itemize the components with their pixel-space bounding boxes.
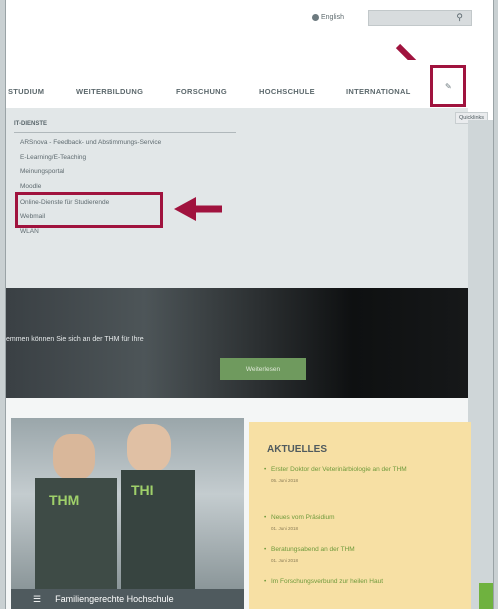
globe-icon [312, 14, 319, 21]
news-item[interactable]: • Neues vom Präsidium 01. Juni 2018 [264, 514, 441, 533]
search-box[interactable]: ⚲ [368, 10, 472, 30]
browser-viewport: English ⚲ STUDIUM WEITERBILDUNG FORSCHUN… [5, 0, 494, 609]
quicklinks-button[interactable]: ✎ [430, 65, 466, 107]
news-date: 01. Juni 2018 [271, 525, 299, 531]
news-title[interactable]: Beratungsabend an der THM [271, 546, 355, 553]
nav-item-hochschule[interactable]: HOCHSCHULE [259, 87, 315, 96]
news-item[interactable]: • Erster Doktor der Veterinärbiologie an… [264, 466, 441, 485]
nav-item-weiterbildung[interactable]: WEITERBILDUNG [76, 87, 143, 96]
menu-icon: ☰ [33, 593, 42, 604]
dropdown-item-wlan[interactable]: WLAN [20, 228, 39, 235]
news-date: 05. Juni 2018 [271, 477, 299, 483]
shirt-right: THI [121, 470, 195, 593]
news-title[interactable]: Im Forschungsverbund zur heilen Haut [271, 578, 383, 585]
bullet-icon: • [264, 514, 267, 521]
child-face-right [127, 424, 171, 472]
content-section: THM THI ☰ Familiengerechte Hochschule AK… [6, 398, 471, 609]
news-box: AKTUELLES • Erster Doktor der Veterinärb… [249, 422, 471, 609]
annotation-arrow-left [174, 197, 222, 221]
dropdown-divider [14, 132, 236, 133]
nav-item-forschung[interactable]: FORSCHUNG [176, 87, 227, 96]
annotation-highlight-box [15, 192, 163, 228]
dropdown-item-arsnova[interactable]: ARSnova - Feedback- und Abstimmungs-Serv… [20, 139, 161, 146]
hero-text: emmen können Sie sich an der THM für Ihr… [6, 336, 144, 343]
dropdown-item-moodle[interactable]: Moodle [20, 183, 41, 190]
shirt-left-logo: THM [49, 492, 80, 508]
news-item[interactable]: • Im Forschungsverbund zur heilen Haut [264, 578, 441, 589]
dropdown-heading: IT-DIENSTE [14, 121, 48, 127]
family-photo[interactable]: THM THI ☰ Familiengerechte Hochschule [11, 418, 244, 609]
news-title[interactable]: Neues vom Präsidium [271, 514, 335, 521]
hero-banner: emmen können Sie sich an der THM für Ihr… [6, 288, 468, 398]
pencil-icon[interactable]: ✎ [445, 82, 452, 91]
child-face-left [53, 434, 95, 480]
search-icon[interactable]: ⚲ [456, 12, 463, 23]
feedback-tab[interactable] [479, 583, 493, 609]
language-switch[interactable]: English [312, 14, 344, 21]
nav-item-international[interactable]: INTERNATIONAL [346, 87, 411, 96]
news-title[interactable]: Erster Doktor der Veterinärbiologie an d… [271, 466, 407, 473]
bullet-icon: • [264, 466, 267, 473]
shirt-left: THM [35, 478, 117, 593]
nav-item-studium[interactable]: STUDIUM [8, 87, 44, 96]
news-heading: AKTUELLES [267, 444, 327, 455]
language-label[interactable]: English [321, 14, 344, 21]
news-date: 01. Juni 2018 [271, 557, 299, 563]
feature-caption[interactable]: Familiengerechte Hochschule [55, 594, 174, 604]
top-bar: English ⚲ [6, 0, 493, 80]
shirt-right-logo: THI [131, 482, 154, 498]
hero-read-more-button[interactable]: Weiterlesen [220, 358, 306, 380]
search-input[interactable] [369, 15, 457, 30]
dropdown-item-elearning[interactable]: E-Learning/E-Teaching [20, 154, 86, 161]
side-strip [468, 120, 493, 609]
bullet-icon: • [264, 546, 267, 553]
dropdown-item-meinungsportal[interactable]: Meinungsportal [20, 168, 64, 175]
bullet-icon: • [264, 578, 267, 585]
news-item[interactable]: • Beratungsabend an der THM 01. Juni 201… [264, 546, 441, 565]
feature-caption-bar[interactable]: ☰ Familiengerechte Hochschule [11, 589, 244, 609]
